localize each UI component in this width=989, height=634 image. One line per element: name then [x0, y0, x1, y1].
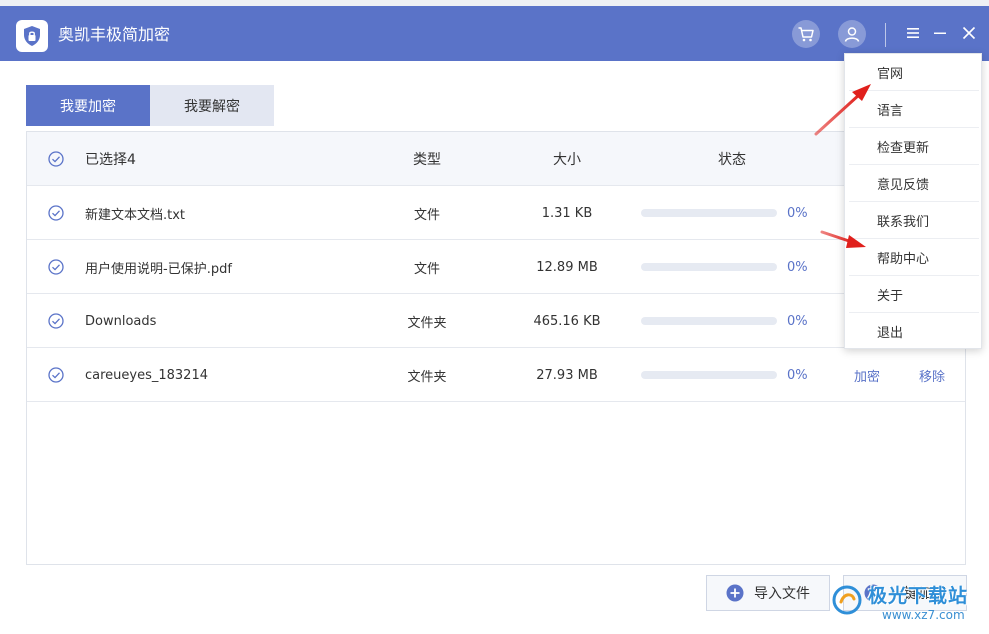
column-size: 大小	[553, 152, 581, 168]
minimize-icon[interactable]	[929, 22, 951, 44]
table-row: 用户使用说明-已保护.pdf 文件 12.89 MB 0%	[27, 240, 965, 294]
import-file-label: 导入文件	[754, 586, 810, 602]
menu-icon[interactable]	[902, 22, 924, 44]
menu-item-exit[interactable]: 退出	[849, 313, 979, 350]
select-all-checkbox[interactable]	[46, 132, 66, 186]
menu-item-check-update[interactable]: 检查更新	[849, 128, 979, 165]
close-icon[interactable]	[958, 22, 980, 44]
watermark-url: www.xz7.com	[882, 608, 965, 622]
app-logo-icon	[16, 20, 48, 52]
menu-item-language[interactable]: 语言	[849, 91, 979, 128]
progress-status: 0%	[641, 186, 811, 240]
user-avatar-icon[interactable]	[838, 20, 866, 48]
table-row: Downloads 文件夹 465.16 KB 0%	[27, 294, 965, 348]
row-checkbox[interactable]	[46, 348, 66, 402]
progress-status: 0%	[641, 348, 811, 402]
menu-item-feedback[interactable]: 意见反馈	[849, 165, 979, 202]
progress-percent: 0%	[787, 367, 808, 383]
file-name: careueyes_183214	[85, 367, 208, 383]
table-header: 已选择4 类型 大小 状态	[27, 132, 965, 186]
column-type: 类型	[413, 152, 441, 168]
progress-percent: 0%	[787, 259, 808, 275]
row-checkbox[interactable]	[46, 240, 66, 294]
menu-item-contact[interactable]: 联系我们	[849, 202, 979, 239]
cart-icon[interactable]	[792, 20, 820, 48]
file-name: 新建文本文档.txt	[85, 207, 186, 223]
mode-tabs: 我要加密 我要解密	[26, 85, 274, 126]
watermark-logo-icon	[832, 585, 862, 615]
progress-bar	[641, 263, 777, 271]
row-checkbox[interactable]	[46, 294, 66, 348]
progress-status: 0%	[641, 240, 811, 294]
settings-dropdown-menu: 官网 语言 检查更新 意见反馈 联系我们 帮助中心 关于 退出	[844, 53, 982, 349]
file-type: 文件夹	[407, 315, 447, 331]
menu-item-about[interactable]: 关于	[849, 276, 979, 313]
file-size: 27.93 MB	[536, 367, 598, 383]
app-title: 奥凯丰极简加密	[58, 25, 171, 44]
column-status: 状态	[718, 152, 746, 168]
table-row: 新建文本文档.txt 文件 1.31 KB 0%	[27, 186, 965, 240]
remove-link[interactable]: 移除	[915, 348, 949, 402]
file-name: 用户使用说明-已保护.pdf	[85, 261, 232, 277]
table-row: careueyes_183214 文件夹 27.93 MB 0% 加密 移除	[27, 348, 965, 402]
tab-decrypt[interactable]: 我要解密	[150, 85, 274, 126]
progress-percent: 0%	[787, 313, 808, 329]
plus-circle-icon	[726, 584, 744, 602]
menu-item-website[interactable]: 官网	[849, 54, 979, 91]
import-file-button[interactable]: 导入文件	[706, 575, 830, 611]
progress-bar	[641, 209, 777, 217]
file-table: 已选择4 类型 大小 状态 新建文本文档.txt 文件 1.31 KB 0% 用…	[26, 131, 966, 565]
titlebar-separator	[885, 23, 886, 47]
file-type: 文件	[413, 207, 440, 223]
file-name: Downloads	[85, 313, 157, 329]
progress-bar	[641, 317, 777, 325]
title-bar: 奥凯丰极简加密	[0, 6, 989, 61]
file-size: 12.89 MB	[536, 259, 598, 275]
selected-count: 已选择4	[85, 152, 136, 168]
menu-item-help-center[interactable]: 帮助中心	[849, 239, 979, 276]
progress-percent: 0%	[787, 205, 808, 221]
file-type: 文件	[413, 261, 440, 277]
file-type: 文件夹	[407, 369, 447, 385]
site-watermark: 极光下载站 www.xz7.com	[832, 579, 987, 629]
tab-encrypt[interactable]: 我要加密	[26, 85, 150, 126]
file-size: 1.31 KB	[541, 205, 593, 221]
watermark-name: 极光下载站	[868, 585, 969, 607]
encrypt-link[interactable]: 加密	[847, 348, 887, 402]
file-size: 465.16 KB	[533, 313, 601, 329]
progress-bar	[641, 371, 777, 379]
progress-status: 0%	[641, 294, 811, 348]
row-checkbox[interactable]	[46, 186, 66, 240]
